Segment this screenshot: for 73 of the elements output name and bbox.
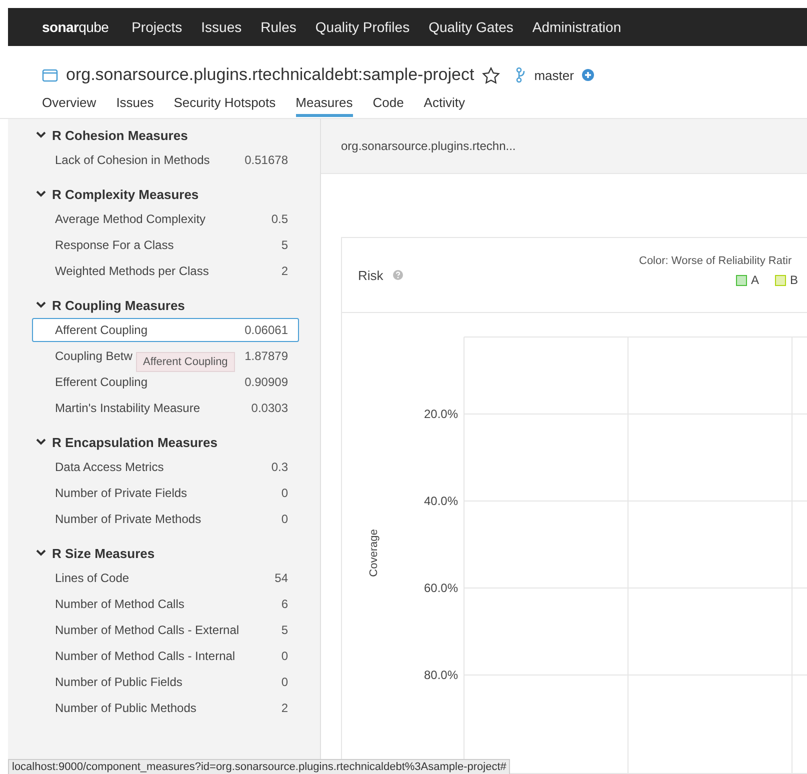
group-title: R Complexity Measures (52, 186, 199, 202)
status-url: localhost:9000/component_measures?id=org.sonarsource.plugins.rtechnicaldebt%3Asample-project# (8, 759, 510, 774)
measure-value: 0.51678 (244, 153, 288, 167)
measure-label[interactable]: Number of Method Calls - Internal (55, 649, 236, 663)
chevron-icon[interactable] (36, 549, 46, 557)
measure-value: 0 (281, 512, 288, 526)
measure-value: 2 (281, 701, 288, 715)
legend-item[interactable]: B (775, 273, 798, 287)
tooltip: Afferent Coupling (136, 352, 235, 372)
measure-value: 0 (281, 486, 288, 500)
add-icon[interactable] (582, 69, 594, 81)
measure-value: 5 (281, 238, 288, 252)
group-title: R Size Measures (52, 546, 155, 560)
branch-name[interactable]: master (534, 68, 574, 82)
nav-link[interactable]: Quality Profiles (315, 19, 410, 35)
nav-tab[interactable]: Activity (424, 95, 465, 117)
y-tick-label: 20.0% (424, 407, 458, 421)
measure-label[interactable]: Lines of Code (55, 571, 130, 585)
nav-tab[interactable]: Overview (42, 95, 96, 117)
measure-label[interactable]: Martin's Instability Measure (55, 401, 200, 415)
measure-item[interactable]: Afferent Coupling 0.06061 (32, 318, 299, 342)
measure-value: 5 (281, 623, 288, 637)
measure-label[interactable]: Number of Private Fields (55, 486, 188, 500)
nav-link[interactable]: Issues (201, 19, 242, 35)
measure-value: 0.90909 (244, 375, 288, 389)
chevron-icon[interactable] (36, 190, 46, 198)
measure-value: 0.0303 (251, 401, 288, 415)
branch-icon (516, 67, 526, 83)
measure-label[interactable]: Weighted Methods per Class (55, 264, 209, 278)
project-name: org.sonarsource.plugins.rtechnicaldebt:sample-project (66, 65, 474, 85)
nav-link[interactable]: Quality Gates (428, 19, 514, 35)
nav-link[interactable]: Rules (260, 19, 296, 35)
breadcrumb[interactable]: org.sonarsource.plugins.rtechn... (341, 139, 516, 153)
measure-label[interactable]: Number of Method Calls - External (55, 623, 240, 637)
measure-value: 6 (281, 597, 288, 611)
measure-label[interactable]: Number of Public Methods (55, 701, 196, 715)
sonarqube-logo[interactable]: sonarqube (42, 19, 109, 35)
color-caption: Color: Worse of Reliability Ratir (639, 255, 792, 267)
legend-item[interactable]: A (736, 273, 760, 287)
nav-tab[interactable]: Security Hotspots (174, 95, 276, 117)
measure-label[interactable]: Number of Private Methods (55, 512, 202, 526)
chevron-icon[interactable] (36, 301, 46, 309)
measure-value: 54 (274, 571, 288, 585)
project-icon (42, 68, 58, 82)
y-tick-label: 40.0% (424, 494, 458, 508)
nav-link[interactable]: Administration (532, 19, 622, 35)
group-title: R Coupling Measures (52, 298, 185, 312)
measure-label[interactable]: Number of Public Fields (55, 675, 182, 689)
nav-link[interactable]: Projects (132, 19, 182, 35)
y-tick-label: 60.0% (424, 581, 458, 595)
card-title: Risk (358, 268, 384, 282)
chevron-icon[interactable] (36, 438, 46, 446)
measure-value: 0 (281, 649, 288, 663)
measure-label[interactable]: Average Method Complexity (55, 212, 206, 226)
measure-label[interactable]: Data Access Metrics (55, 460, 164, 474)
y-axis-label: Coverage (368, 529, 380, 577)
measure-label[interactable]: Response For a Class (55, 238, 174, 252)
measure-value: 2 (281, 264, 288, 278)
measure-value: 0.3 (271, 460, 288, 474)
measure-label[interactable]: Number of Method Calls (55, 597, 184, 611)
chevron-icon[interactable] (36, 131, 46, 139)
star-icon[interactable] (482, 66, 500, 84)
measure-label[interactable]: Lack of Cohesion in Methods (55, 153, 210, 167)
measure-value: 0 (281, 675, 288, 689)
measure-value: 1.87879 (244, 349, 288, 363)
y-tick-label: 80.0% (424, 668, 458, 682)
nav-tab[interactable]: Code (372, 95, 404, 117)
group-title: R Cohesion Measures (52, 128, 188, 142)
measure-label[interactable]: Efferent Coupling (55, 375, 148, 389)
nav-tab[interactable]: Issues (116, 95, 154, 117)
measure-value: 0.5 (271, 212, 288, 226)
measure-label[interactable]: Coupling Betw (55, 349, 132, 363)
group-title: R Encapsulation Measures (52, 434, 218, 450)
